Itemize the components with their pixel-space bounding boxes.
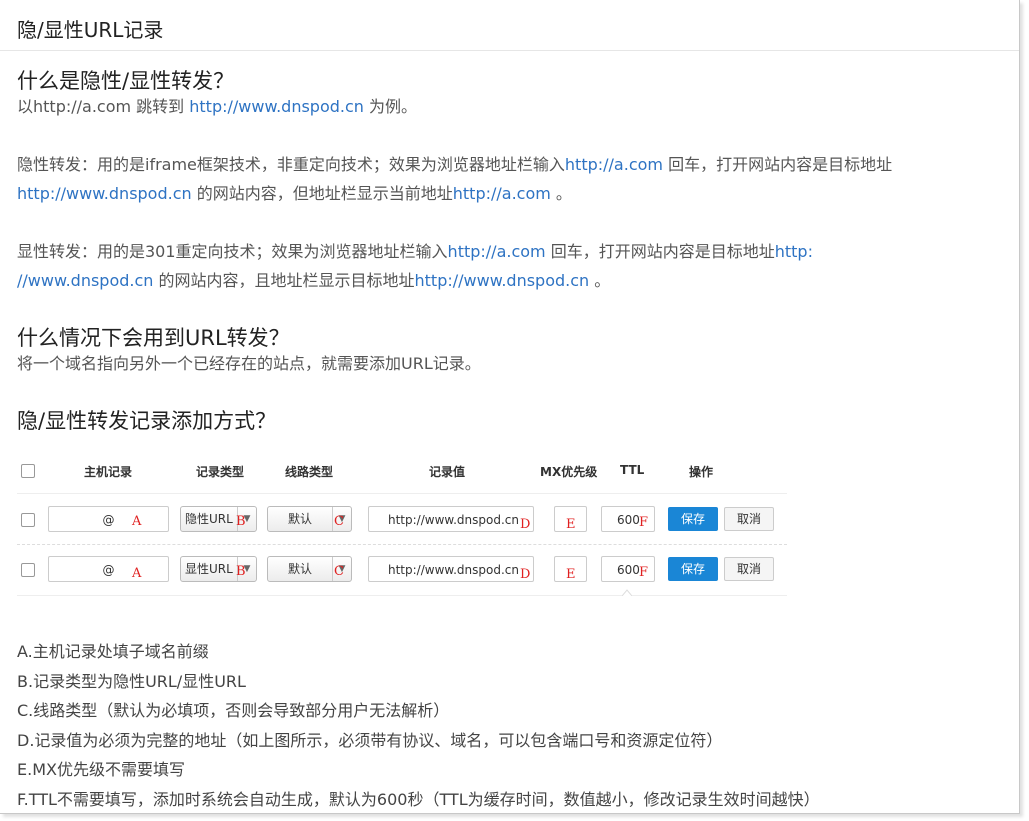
explicit-text-end: 。	[589, 271, 611, 290]
annotation-marker-f: F	[639, 515, 649, 530]
explicit-link-target-part1[interactable]: http:	[775, 242, 813, 261]
annotation-marker-e: E	[566, 517, 576, 532]
record-table: 主机记录 记录类型 线路类型 记录值 MX优先级 TTL 操作 @ 隐性URL …	[17, 455, 787, 600]
header-mx: MX优先级	[540, 465, 598, 479]
explicit-link-dest[interactable]: http://www.dnspod.cn	[415, 271, 590, 290]
explicit-forward-paragraph: 显性转发：用的是301重定向技术；效果为浏览器地址栏输入http://a.com…	[17, 237, 1017, 295]
cancel-button[interactable]: 取消	[724, 507, 774, 531]
save-button[interactable]: 保存	[668, 557, 718, 581]
title-divider	[0, 50, 1019, 51]
header-divider	[17, 493, 787, 494]
implicit-text-pre: 隐性转发：用的是iframe框架技术，非重定向技术；效果为浏览器地址栏输入	[17, 155, 565, 174]
row-checkbox[interactable]	[21, 563, 35, 577]
notes-list: A.主机记录处填子域名前缀 B.记录类型为隐性URL/显性URL C.线路类型（…	[17, 637, 820, 814]
table-bottom-divider	[17, 595, 787, 596]
example-link[interactable]: http://www.dnspod.cn	[189, 97, 364, 116]
explicit-text-mid: 回车，打开网站内容是目标地址	[545, 242, 775, 261]
annotation-marker-f: F	[639, 565, 649, 580]
annotation-marker-a: A	[132, 566, 142, 581]
note-item: D.记录值为必须为完整的地址（如上图所示，必须带有协议、域名，可以包含端口号和资…	[17, 730, 723, 750]
note-item: C.线路类型（默认为必填项，否则会导致部分用户无法解析）	[17, 701, 450, 720]
section-heading-when: 什么情况下会用到URL转发？	[17, 326, 290, 350]
implicit-text-end: 。	[550, 184, 572, 203]
note-item: F.TTL不需要填写，添加时系统会自动生成，默认为600秒（TTL为缓存时间，数…	[17, 789, 820, 809]
header-actions: 操作	[689, 465, 714, 479]
section-heading-how: 隐/显性转发记录添加方式？	[17, 409, 277, 433]
page-title: 隐/显性URL记录	[17, 18, 164, 42]
annotation-marker-b: B	[236, 564, 246, 579]
annotation-marker-c: C	[334, 514, 344, 529]
record-type-value: 显性URL	[185, 562, 233, 576]
host-input[interactable]: @	[48, 506, 169, 532]
annotation-marker-d: D	[520, 517, 531, 532]
explicit-text-mid2: 的网站内容，且地址栏显示目标地址	[153, 271, 415, 290]
implicit-link-source[interactable]: http://a.com	[565, 155, 663, 174]
header-line-type: 线路类型	[285, 465, 334, 479]
section-heading-what-is: 什么是隐性/显性转发？	[17, 69, 235, 93]
example-text-post: 为例。	[363, 97, 418, 116]
header-ttl: TTL	[620, 463, 645, 477]
select-all-checkbox[interactable]	[21, 464, 35, 478]
record-value-input[interactable]: http://www.dnspod.cn	[368, 506, 534, 532]
annotation-marker-e: E	[566, 567, 576, 582]
explicit-text-pre: 显性转发：用的是301重定向技术；效果为浏览器地址栏输入	[17, 242, 448, 261]
implicit-link-current[interactable]: http://a.com	[453, 184, 551, 203]
note-item: B.记录类型为隐性URL/显性URL	[17, 671, 246, 691]
when-text: 将一个域名指向另外一个已经存在的站点，就需要添加URL记录。	[17, 354, 481, 373]
annotation-marker-c: C	[334, 564, 344, 579]
row-checkbox[interactable]	[21, 513, 35, 527]
host-input[interactable]: @	[48, 556, 169, 582]
example-line: 以http://a.com 跳转到 http://www.dnspod.cn 为…	[17, 92, 1017, 121]
save-button[interactable]: 保存	[668, 507, 718, 531]
implicit-forward-paragraph: 隐性转发：用的是iframe框架技术，非重定向技术；效果为浏览器地址栏输入htt…	[17, 150, 1017, 208]
annotation-marker-b: B	[236, 514, 246, 529]
implicit-text-mid: 回车，打开网站内容是目标地址	[662, 155, 893, 174]
line-type-value: 默认	[288, 512, 313, 526]
cancel-button[interactable]: 取消	[724, 557, 774, 581]
record-value-input[interactable]: http://www.dnspod.cn	[368, 556, 534, 582]
annotation-marker-a: A	[132, 514, 142, 529]
example-text-pre: 以http://a.com 跳转到	[17, 97, 190, 116]
explicit-link-source[interactable]: http://a.com	[448, 242, 546, 261]
line-type-value: 默认	[288, 562, 313, 576]
header-record-value: 记录值	[429, 465, 466, 479]
row-divider	[17, 544, 787, 545]
tooltip-caret-icon	[622, 589, 632, 596]
annotation-marker-d: D	[520, 567, 531, 582]
record-type-value: 隐性URL	[185, 512, 233, 526]
explicit-link-target-part2[interactable]: //www.dnspod.cn	[17, 271, 153, 290]
note-item: E.MX优先级不需要填写	[17, 760, 185, 779]
note-item: A.主机记录处填子域名前缀	[17, 642, 209, 661]
header-record-type: 记录类型	[196, 465, 245, 479]
implicit-link-target[interactable]: http://www.dnspod.cn	[17, 184, 192, 203]
header-host: 主机记录	[84, 465, 133, 479]
implicit-text-mid2: 的网站内容，但地址栏显示当前地址	[191, 184, 453, 203]
